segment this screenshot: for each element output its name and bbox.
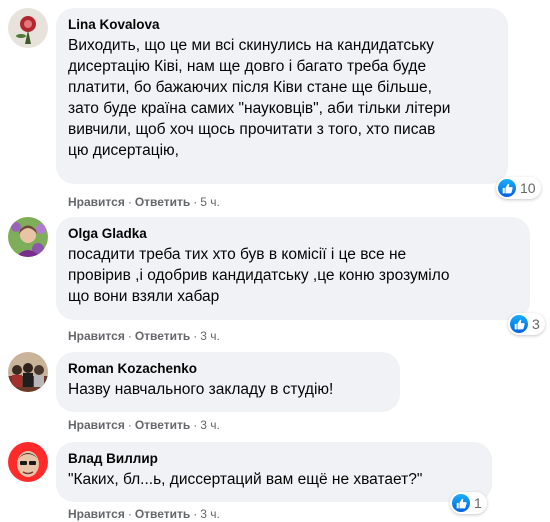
like-link[interactable]: Нравится [68, 418, 125, 432]
comment-line: вивчили, щоб хоч щось прочитати з того, … [68, 121, 436, 138]
comment-author[interactable]: Влад Виллир [68, 450, 480, 468]
comment-line: "Каких, бл...ь, диссертаций вам ещё не х… [68, 471, 423, 488]
like-icon [510, 315, 528, 333]
reaction-count: 3 [532, 316, 540, 332]
comment-timestamp[interactable]: 3 ч. [200, 418, 220, 432]
reaction-count-badge[interactable]: 10 [496, 177, 541, 199]
comment-timestamp[interactable]: 3 ч. [200, 329, 220, 343]
reply-link[interactable]: Ответить [135, 418, 190, 432]
comment-line: платити, бо бажаючих після Ківи стане ще… [68, 79, 432, 96]
reaction-count: 1 [474, 495, 482, 511]
avatar[interactable] [8, 352, 48, 392]
comment-timestamp[interactable]: 5 ч. [200, 195, 220, 209]
reply-link[interactable]: Ответить [135, 507, 190, 521]
avatar-icon [8, 8, 48, 48]
avatar[interactable] [8, 8, 48, 48]
comment-text: посадити треба тих хто був в комісії і ц… [68, 244, 518, 307]
comment-actions: Нравится · Ответить · 5 ч. [68, 195, 220, 209]
comment-actions: Нравится · Ответить · 3 ч. [68, 507, 220, 521]
comment-actions: Нравится · Ответить · 3 ч. [68, 329, 220, 343]
like-link[interactable]: Нравится [68, 329, 125, 343]
comment-author[interactable]: Roman Kozachenko [68, 360, 388, 378]
reply-link[interactable]: Ответить [135, 329, 190, 343]
reaction-count-badge[interactable]: 1 [450, 492, 487, 514]
avatar-icon [8, 217, 48, 257]
comment-text: Виходить, що це ми всі скинулись на канд… [68, 35, 496, 161]
like-link[interactable]: Нравится [68, 507, 125, 521]
comment-timestamp[interactable]: 3 ч. [200, 507, 220, 521]
avatar-icon [8, 352, 48, 392]
comment-line: Назву навчального закладу в студію! [68, 381, 334, 398]
comment-line: цю дисертацію, [68, 142, 179, 159]
avatar[interactable] [8, 217, 48, 257]
reaction-count-badge[interactable]: 3 [508, 313, 545, 335]
reaction-count: 10 [520, 180, 536, 196]
comment-author[interactable]: Lina Kovalova [68, 16, 496, 34]
comment-text: "Каких, бл...ь, диссертаций вам ещё не х… [68, 469, 480, 490]
reply-link[interactable]: Ответить [135, 195, 190, 209]
comment-actions: Нравится · Ответить · 3 ч. [68, 418, 220, 432]
comment-bubble: Lina Kovalova Виходить, що це ми всі ски… [56, 8, 508, 184]
comment-line: зато буде країна самих "науковців", аби … [68, 100, 451, 117]
comment-line: дисертацію Ківі, нам ще довго і багато т… [68, 58, 427, 75]
comment-line: що вони взяли хабар [68, 288, 220, 305]
comment-bubble: Roman Kozachenko Назву навчального закла… [56, 352, 400, 412]
comment-bubble: Влад Виллир "Каких, бл...ь, диссертаций … [56, 442, 492, 502]
avatar[interactable] [8, 442, 48, 482]
comment-line: Виходить, що це ми всі скинулись на канд… [68, 37, 434, 54]
like-icon [452, 494, 470, 512]
avatar-icon [8, 442, 48, 482]
comment-author[interactable]: Olga Gladka [68, 225, 518, 243]
comment-line: посадити треба тих хто був в комісії і ц… [68, 246, 407, 263]
like-icon [498, 179, 516, 197]
comment-line: провірив ,і одобрив кандидатську ,це кон… [68, 267, 450, 284]
comment-bubble: Olga Gladka посадити треба тих хто був в… [56, 217, 530, 320]
comment-text: Назву навчального закладу в студію! [68, 379, 388, 400]
like-link[interactable]: Нравится [68, 195, 125, 209]
